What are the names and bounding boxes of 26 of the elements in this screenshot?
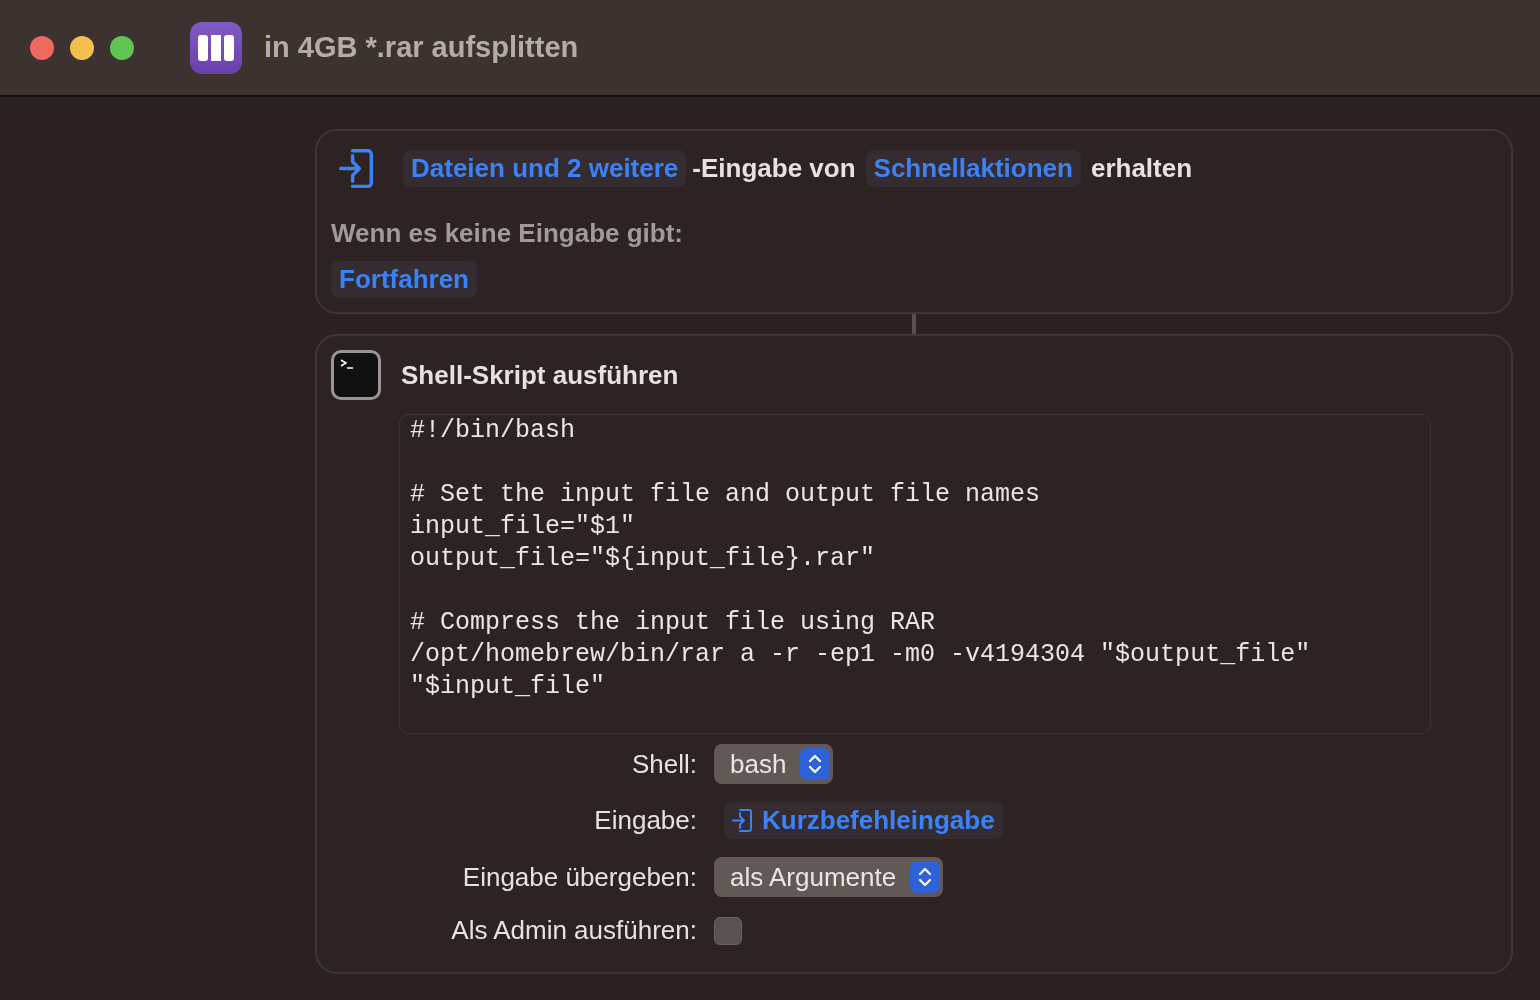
terminal-icon (331, 350, 381, 401)
checkbox[interactable] (714, 916, 742, 945)
option-label: Eingabe übergeben: (462, 861, 697, 893)
option-label: Als Admin ausführen: (451, 915, 697, 947)
zoom-button[interactable] (110, 35, 134, 60)
source-token[interactable]: Schnellaktionen (865, 150, 1081, 188)
close-button[interactable] (30, 35, 54, 60)
action-text: erhalten (1090, 153, 1193, 185)
no-input-token[interactable]: Fortfahren (331, 261, 477, 299)
popup-button[interactable]: bash (714, 744, 834, 785)
option-label: Shell: (631, 748, 697, 780)
chevron-up-down-icon (918, 866, 933, 889)
input-icon (339, 149, 373, 189)
script-editor[interactable]: #!/bin/bash # Set the input file and output file names input_file="$1" output_file="${input_file}.rar" # Compress the input file using RAR /opt/homebrew/bin/rar a -r -ep1 -m0 -v4194304 "$output_file" "$input_file" (399, 414, 1431, 735)
action-title: Shell-Skript ausführen (401, 359, 679, 391)
window-title: in 4GB *.rar aufsplitten (264, 31, 579, 64)
option-label: Eingabe: (594, 805, 697, 837)
input-type-token[interactable]: Dateien und 2 weitere (403, 150, 687, 188)
chevron-up-down-icon (808, 753, 823, 776)
input-icon (732, 809, 752, 833)
minimize-button[interactable] (70, 35, 94, 60)
no-input-label: Wenn es keine Eingabe gibt: (331, 218, 685, 250)
action-text: -Eingabe von (692, 153, 856, 185)
popup-button[interactable]: als Argumente (714, 857, 944, 898)
app-icon (190, 21, 242, 74)
variable-token[interactable]: Kurzbefehleingabe (724, 802, 1003, 840)
